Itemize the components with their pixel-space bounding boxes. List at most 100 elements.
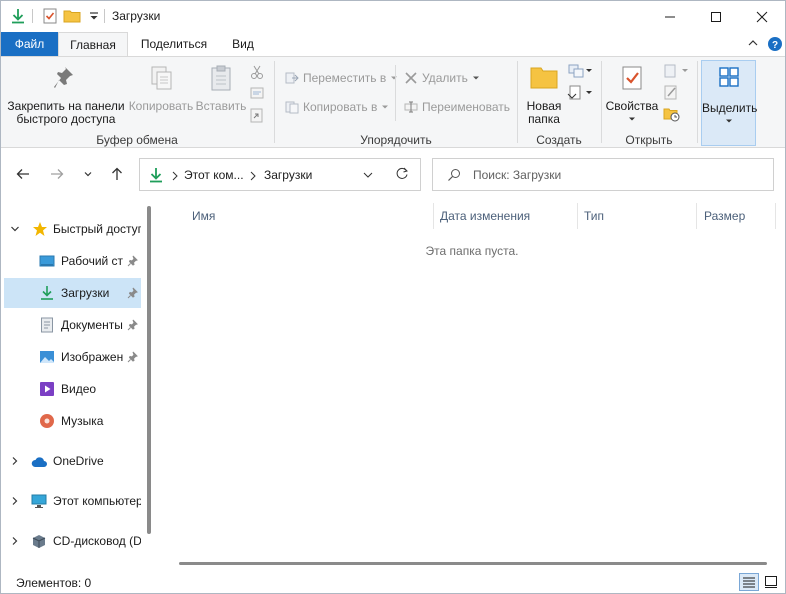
chevron-down-icon <box>725 119 732 123</box>
search-input[interactable]: Поиск: Загрузки <box>432 158 774 191</box>
pin-icon <box>127 319 138 331</box>
tab-share[interactable]: Поделиться <box>132 32 216 56</box>
nav-downloads[interactable]: Загрузки <box>4 278 141 308</box>
history-icon[interactable] <box>663 106 681 125</box>
chevron-right-icon[interactable] <box>9 455 21 467</box>
recent-locations-button[interactable] <box>78 164 98 184</box>
collapse-ribbon-icon[interactable] <box>746 36 760 53</box>
select-label: Выделить <box>702 101 758 115</box>
copy-icon <box>151 66 172 90</box>
divider <box>274 61 275 143</box>
move-to-button[interactable]: Переместить в <box>285 71 398 85</box>
close-icon <box>756 11 768 22</box>
nav-label: Быстрый доступ <box>53 222 141 236</box>
nav-label: Видео <box>61 382 97 396</box>
new-folder-icon[interactable] <box>63 7 81 25</box>
up-button[interactable] <box>107 164 127 184</box>
rename-label: Переименовать <box>422 100 510 114</box>
nav-label: OneDrive <box>53 454 104 468</box>
close-button[interactable] <box>739 1 785 32</box>
breadcrumb-downloads[interactable]: Загрузки <box>264 168 312 182</box>
chevron-down-icon[interactable] <box>9 223 21 235</box>
ribbon-home: Закрепить на панели быстрого доступа Коп… <box>1 56 785 148</box>
select-grid-icon <box>718 67 739 87</box>
copy-to-icon <box>285 101 299 114</box>
file-list: Имя Дата изменения Тип Размер Эта папка … <box>161 201 783 566</box>
column-header-name[interactable]: Имя <box>192 209 215 223</box>
new-item-icon[interactable] <box>567 63 593 82</box>
nav-onedrive[interactable]: OneDrive <box>1 446 141 476</box>
details-view-button[interactable] <box>739 573 759 591</box>
music-icon <box>40 414 54 428</box>
nav-documents[interactable]: Документы <box>1 310 141 340</box>
help-icon[interactable]: ? <box>767 36 783 55</box>
refresh-button[interactable] <box>395 167 409 184</box>
maximize-button[interactable] <box>693 1 739 32</box>
nav-label: Загрузки <box>61 286 110 300</box>
select-button[interactable]: Выделить <box>701 60 758 146</box>
nav-pictures[interactable]: Изображения <box>1 342 141 372</box>
navigation-scrollbar[interactable] <box>147 206 151 534</box>
nav-cd-drive[interactable]: CD-дисковод (D:) <box>1 526 141 556</box>
column-header-size[interactable]: Размер <box>704 209 745 223</box>
pin-icon <box>127 287 138 299</box>
minimize-button[interactable] <box>647 1 693 32</box>
pin-icon <box>127 255 138 267</box>
cd-drive-icon <box>32 535 46 548</box>
rename-button[interactable]: Переименовать <box>404 100 510 114</box>
tab-home[interactable]: Главная <box>58 32 128 56</box>
nav-videos[interactable]: Видео <box>1 374 141 404</box>
customize-toolbar-dropdown-icon[interactable] <box>85 7 103 25</box>
forward-button[interactable] <box>47 164 67 184</box>
nav-desktop[interactable]: Рабочий стол <box>1 246 141 276</box>
move-to-label: Переместить в <box>303 71 387 85</box>
downloads-icon <box>148 166 164 187</box>
back-button[interactable] <box>13 164 33 184</box>
column-header-type[interactable]: Тип <box>584 209 604 223</box>
copy-to-button[interactable]: Копировать в <box>285 100 389 114</box>
open-icon[interactable] <box>663 63 689 82</box>
nav-quick-access[interactable]: Быстрый доступ <box>1 214 141 244</box>
organize-group-label: Упорядочить <box>360 133 432 147</box>
nav-music[interactable]: Музыка <box>1 406 141 436</box>
properties-icon <box>622 66 642 90</box>
chevron-right-icon[interactable] <box>171 170 179 184</box>
chevron-down-icon <box>629 117 635 121</box>
search-icon <box>447 168 461 185</box>
chevron-right-icon[interactable] <box>9 495 21 507</box>
paste-shortcut-icon[interactable] <box>250 107 264 126</box>
chevron-right-icon[interactable] <box>249 170 257 184</box>
ribbon-tabs: Файл Главная Поделиться Вид ? <box>1 32 785 56</box>
properties-button[interactable]: Свойства <box>605 63 659 126</box>
new-folder-button[interactable]: Новая папка <box>521 63 567 126</box>
easy-access-icon[interactable] <box>567 85 593 104</box>
address-bar[interactable]: Этот ком... Загрузки <box>139 158 421 191</box>
empty-folder-message: Эта папка пуста. <box>425 244 519 258</box>
chevron-down-icon <box>84 172 92 177</box>
downloads-icon[interactable] <box>9 7 27 25</box>
paste-icon <box>211 65 231 91</box>
tab-view[interactable]: Вид <box>223 32 263 56</box>
address-history-dropdown[interactable] <box>362 169 374 184</box>
properties-check-icon[interactable] <box>41 7 59 25</box>
copy-button[interactable]: Копировать <box>127 63 195 113</box>
nav-this-pc[interactable]: Этот компьютер <box>1 486 141 516</box>
paste-button[interactable]: Вставить <box>195 63 247 113</box>
edit-icon[interactable] <box>663 84 679 103</box>
pin-icon <box>127 351 138 363</box>
star-icon <box>33 222 47 236</box>
pin-quick-access-button[interactable]: Закрепить на панели быстрого доступа <box>5 63 127 126</box>
cut-icon[interactable] <box>250 64 264 83</box>
breadcrumb-this-pc[interactable]: Этот ком... <box>184 168 244 182</box>
column-header-date[interactable]: Дата изменения <box>440 209 530 223</box>
large-icons-view-button[interactable] <box>761 573 781 591</box>
chevron-right-icon[interactable] <box>9 535 21 547</box>
delete-button[interactable]: Удалить <box>404 71 480 85</box>
horizontal-scrollbar[interactable] <box>179 562 767 565</box>
videos-icon <box>40 382 54 396</box>
tab-file[interactable]: Файл <box>1 32 58 56</box>
item-count: Элементов: 0 <box>16 576 92 590</box>
navigation-pane: Быстрый доступ Рабочий стол Загрузки Док… <box>1 201 159 566</box>
copy-path-icon[interactable] <box>250 86 264 103</box>
nav-label: Этот компьютер <box>53 494 141 508</box>
